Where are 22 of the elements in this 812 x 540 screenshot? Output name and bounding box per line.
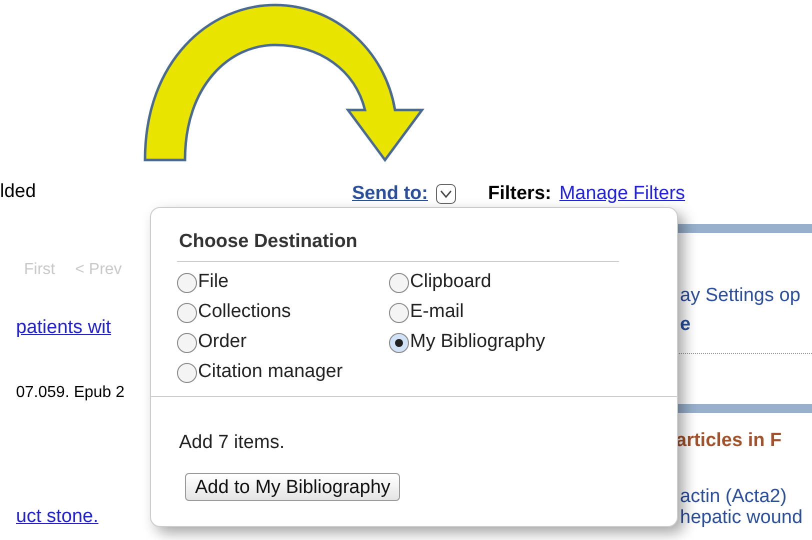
destination-radio[interactable]: File: [177, 268, 389, 298]
filters-label: Filters:: [488, 182, 552, 206]
chevron-down-icon: [440, 190, 452, 198]
dropdown-button[interactable]: [436, 184, 456, 204]
destination-radio[interactable]: Clipboard: [389, 268, 677, 298]
send-to-link[interactable]: Send to:: [352, 180, 428, 208]
add-button[interactable]: Add to My Bibliography: [185, 473, 400, 501]
summary-text: Add 7 items.: [179, 430, 286, 454]
popup-title: Choose Destination: [179, 230, 358, 254]
result-count-text: lded: [0, 180, 37, 204]
section-heading: articles in F: [675, 429, 783, 453]
destination-radio[interactable]: Order: [177, 328, 389, 358]
settings-text: e: [679, 312, 692, 336]
destination-radio[interactable]: Citation manager: [177, 358, 389, 388]
related-article-text: actin (Acta2): [679, 486, 788, 508]
destination-radio[interactable]: My Bibliography: [389, 328, 677, 358]
destination-radio[interactable]: Collections: [177, 298, 389, 328]
destination-radio[interactable]: E-mail: [389, 298, 677, 328]
related-article-text: hepatic wound: [679, 508, 804, 528]
manage-filters-link[interactable]: Manage Filters: [559, 180, 686, 208]
settings-text: ay Settings op: [679, 284, 802, 308]
citation-text: 07.059. Epub 2: [15, 382, 126, 402]
